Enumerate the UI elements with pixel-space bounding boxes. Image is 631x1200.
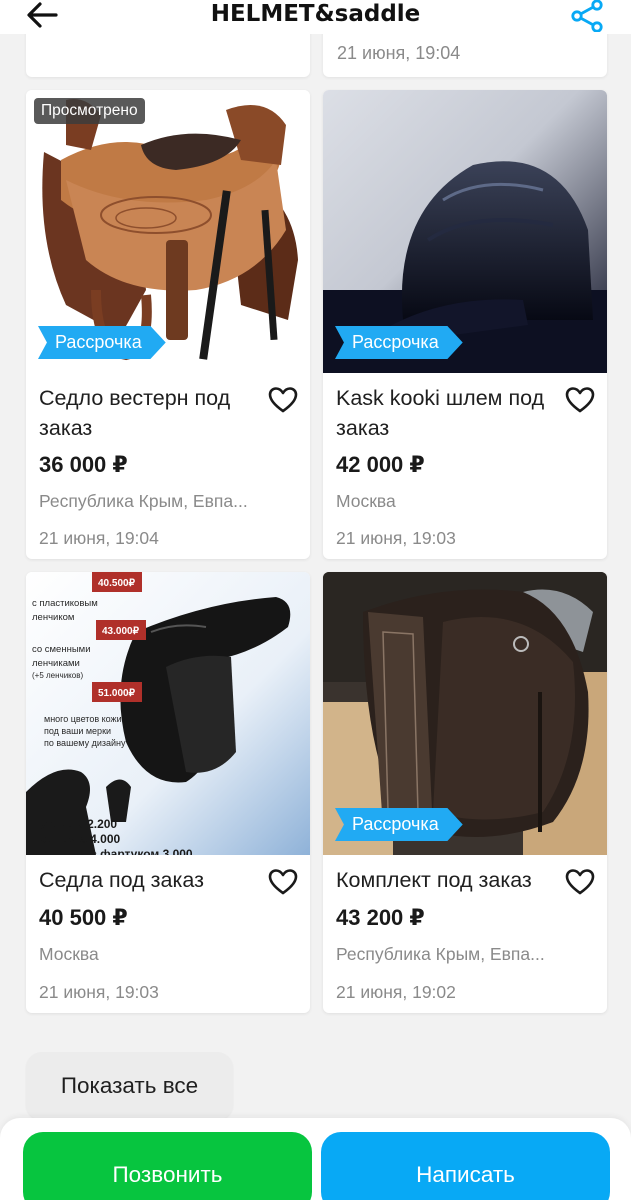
listing-card[interactable]: 40.500₽ 43.000₽ 51.000₽ с пластиковым ле… (26, 572, 310, 1013)
listing-location: Москва (39, 944, 99, 964)
listing-date: 21 июня, 19:03 (336, 528, 456, 548)
page-title: HELMET&saddle (210, 1, 421, 27)
favorite-button[interactable] (268, 386, 298, 414)
installment-badge: Рассрочка (335, 808, 463, 841)
message-button[interactable]: Написать (321, 1132, 610, 1200)
image-caption: подпруга 4.000 (32, 832, 120, 846)
listing-date: 21 июня, 19:03 (39, 982, 159, 1002)
listing-date: 21 июня, 19:02 (336, 982, 456, 1002)
image-caption: путлища 2.200 (32, 817, 117, 831)
share-icon (571, 0, 603, 32)
share-button[interactable] (566, 0, 608, 32)
listing-location: Республика Крым, Евпа... (336, 944, 545, 964)
listing-card[interactable]: Рассрочка Комплект под заказ 43 200 ₽ Ре… (323, 572, 607, 1013)
show-all-button[interactable]: Показать все (26, 1052, 233, 1120)
heart-icon (268, 869, 298, 895)
listing-price: 42 000 ₽ (336, 452, 425, 477)
image-caption: (+5 ленчиков) (32, 671, 83, 680)
screen: 21 июня, 19:04 HELMET&saddle Просмотрено… (0, 0, 631, 1200)
listing-price: 43 200 ₽ (336, 905, 425, 930)
price-tag: 40.500₽ (98, 578, 136, 589)
listing-photo[interactable]: Просмотрено Рассрочка (26, 90, 310, 373)
image-caption: много цветов кожи (44, 714, 122, 724)
image-caption: ленчиком (32, 612, 74, 623)
listing-location: Москва (336, 491, 396, 511)
favorite-button[interactable] (565, 386, 595, 414)
app-header: HELMET&saddle (0, 0, 631, 34)
listing-card[interactable]: Рассрочка Kask kooki шлем под заказ 42 0… (323, 90, 607, 559)
image-caption: подпруга с фартуком 3.000 (32, 847, 193, 855)
listing-price: 36 000 ₽ (39, 452, 128, 477)
image-caption: по вашему дизайну (44, 738, 126, 748)
listing-title[interactable]: Kask kooki шлем под заказ (336, 383, 556, 443)
listing-card[interactable]: Просмотрено Рассрочка Седло вестерн под … (26, 90, 310, 559)
image-caption: ленчиками (32, 658, 80, 669)
call-button[interactable]: Позвонить (23, 1132, 312, 1200)
listing-photo[interactable]: Рассрочка (323, 90, 607, 373)
back-button[interactable] (22, 0, 62, 30)
listing-price: 40 500 ₽ (39, 905, 128, 930)
listing-photo[interactable]: 40.500₽ 43.000₽ 51.000₽ с пластиковым ле… (26, 572, 310, 855)
installment-badge: Рассрочка (335, 326, 463, 359)
favorite-button[interactable] (565, 868, 595, 896)
listing-date: 21 июня, 19:04 (39, 528, 159, 548)
listing-photo[interactable]: Рассрочка (323, 572, 607, 855)
heart-icon (268, 387, 298, 413)
listing-title[interactable]: Комплект под заказ (336, 865, 566, 895)
heart-icon (565, 869, 595, 895)
listing-title[interactable]: Седло вестерн под заказ (39, 383, 259, 443)
heart-icon (565, 387, 595, 413)
arrow-left-icon (27, 2, 58, 28)
listing-title[interactable]: Седла под заказ (39, 865, 259, 895)
listing-date: 21 июня, 19:04 (337, 43, 461, 63)
installment-badge: Рассрочка (38, 326, 166, 359)
image-caption: под ваши мерки (44, 726, 111, 736)
listing-location: Республика Крым, Евпа... (39, 491, 248, 511)
viewed-badge: Просмотрено (34, 98, 145, 124)
image-caption: со сменными (32, 644, 91, 655)
price-tag: 43.000₽ (102, 626, 140, 637)
favorite-button[interactable] (268, 868, 298, 896)
price-tag: 51.000₽ (98, 688, 136, 699)
image-caption: с пластиковым (32, 598, 98, 609)
